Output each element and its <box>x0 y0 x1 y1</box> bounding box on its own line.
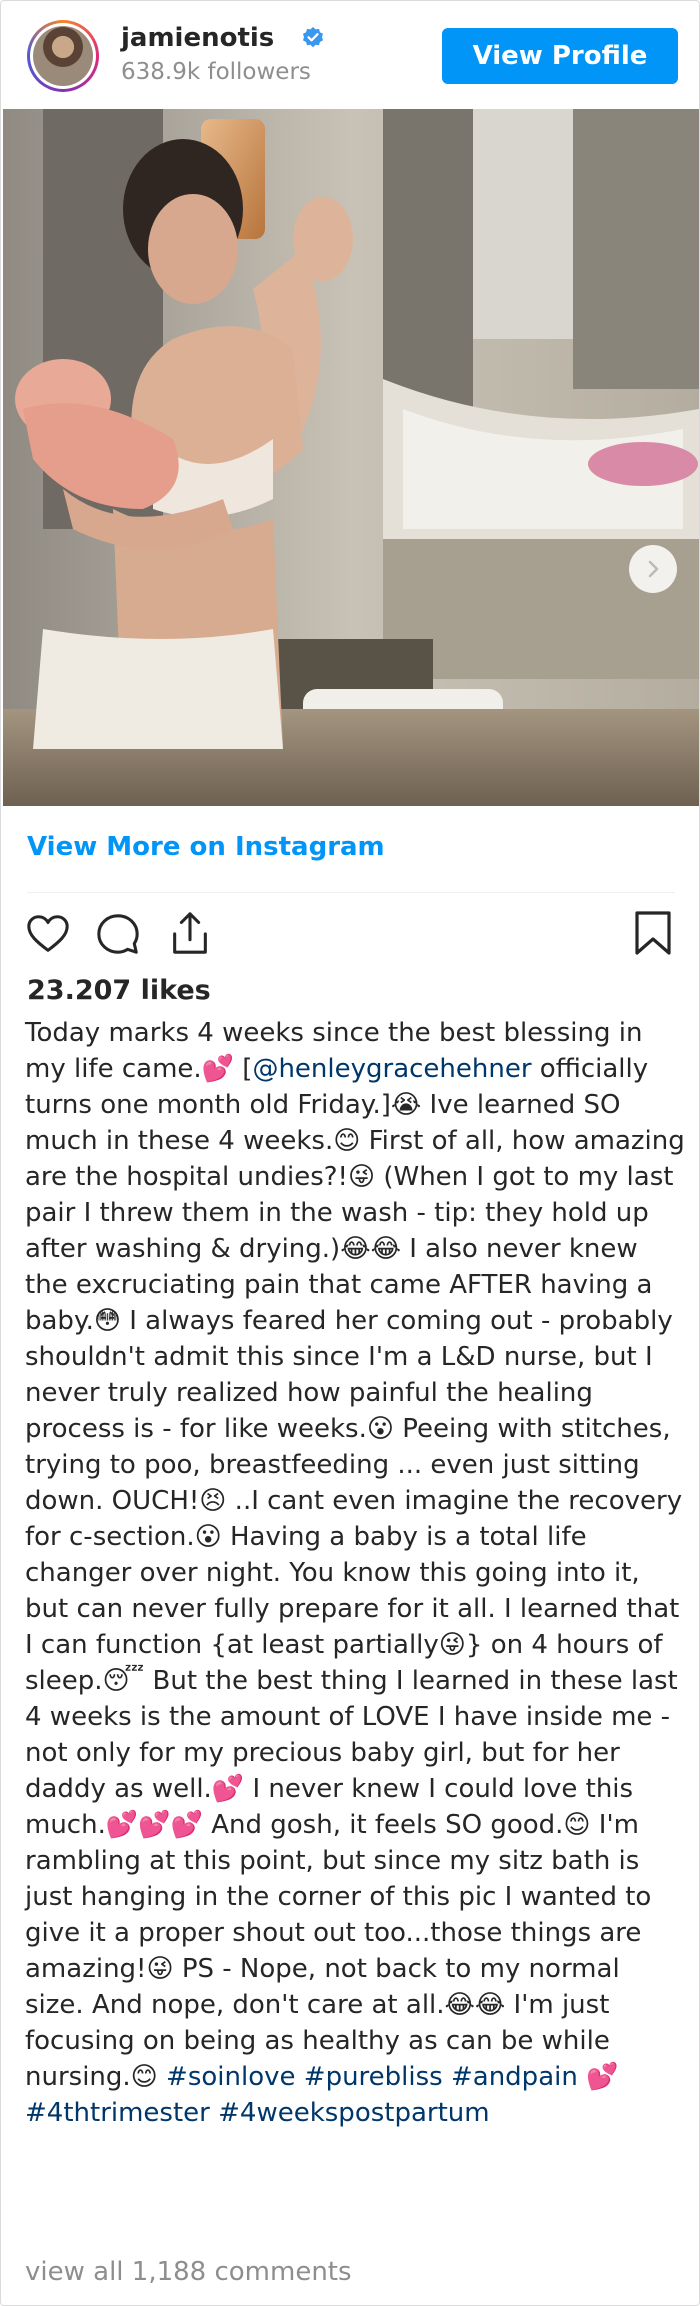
avatar-ring <box>30 23 96 89</box>
instagram-embed-card: jamienotis 638.9k followers View Profile <box>0 0 700 2306</box>
view-profile-button[interactable]: View Profile <box>442 28 678 84</box>
likes-count[interactable]: 23.207 likes <box>27 975 211 1006</box>
caption-text: 💕 <box>577 2062 619 2092</box>
bookmark-icon[interactable] <box>633 909 673 957</box>
post-caption: Today marks 4 weeks since the best bless… <box>25 1015 685 2131</box>
avatar-photo <box>33 26 93 86</box>
caption-text <box>296 2062 304 2092</box>
caption-text: officially turns one month old Friday.]😭… <box>25 1054 685 2092</box>
hashtag-link[interactable]: #soinlove <box>166 2062 295 2092</box>
chevron-right-icon <box>648 560 659 578</box>
divider <box>27 892 675 893</box>
post-header: jamienotis 638.9k followers View Profile <box>1 1 699 109</box>
view-more-on-instagram-link[interactable]: View More on Instagram <box>27 832 385 862</box>
post-photo[interactable] <box>3 109 699 806</box>
hashtag-link[interactable]: #purebliss <box>304 2062 443 2092</box>
hashtag-link[interactable]: #4weekspostpartum <box>218 2098 489 2128</box>
caption-text <box>443 2062 451 2092</box>
heart-icon[interactable] <box>25 911 71 957</box>
hashtag-link[interactable]: #4thtrimester <box>25 2098 210 2128</box>
caption-text <box>210 2098 218 2128</box>
username[interactable]: jamienotis <box>121 23 274 53</box>
view-comments-link[interactable]: view all 1,188 comments <box>25 2257 352 2287</box>
avatar[interactable] <box>27 20 99 92</box>
follower-count: 638.9k followers <box>121 59 311 85</box>
share-icon[interactable] <box>167 909 213 957</box>
post-photo-illustration <box>3 109 699 806</box>
verified-badge-icon <box>303 27 323 48</box>
mention-link[interactable]: @henleygracehehner <box>252 1054 531 1084</box>
carousel-next-button[interactable] <box>629 545 677 593</box>
hashtag-link[interactable]: #andpain <box>451 2062 578 2092</box>
comment-bubble-icon[interactable] <box>95 911 141 957</box>
